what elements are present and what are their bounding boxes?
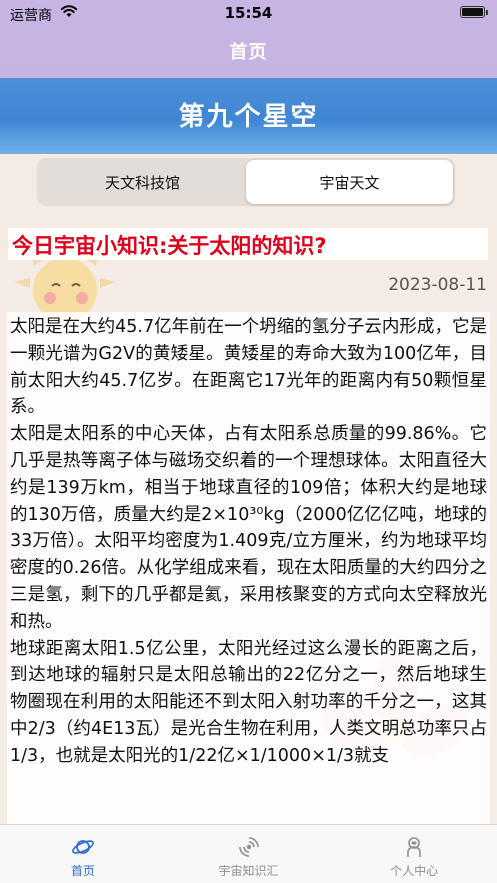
article-body: 太阳是在大约45.7亿年前在一个坍缩的氢分子云内形成，它是一颗光谱为G2V的黄矮…	[7, 312, 490, 824]
article-date: 2023-08-11	[388, 275, 487, 295]
article-paragraph: 太阳是太阳系的中心天体，占有太阳系总质量的99.86%。它几乎是热等离子体与磁场…	[10, 424, 487, 632]
segment-tianwen-museum[interactable]: 天文科技馆	[39, 160, 246, 204]
article-headline: 今日宇宙小知识:关于太阳的知识?	[8, 228, 488, 260]
article-paragraph: 太阳是在大约45.7亿年前在一个坍缩的氢分子云内形成，它是一颗光谱为G2V的黄矮…	[10, 317, 487, 418]
status-time: 15:54	[224, 4, 273, 22]
planet-icon	[71, 840, 94, 854]
battery-icon	[460, 6, 488, 18]
tab-bar: 首页 宇宙知识汇 个人中心	[0, 824, 497, 883]
page-title: 首页	[229, 42, 268, 63]
segment-cosmic-astronomy[interactable]: 宇宙天文	[246, 160, 453, 204]
tab-profile-label: 个人中心	[390, 864, 439, 878]
tab-knowledge[interactable]: 宇宙知识汇	[166, 825, 332, 883]
tab-home-label: 首页	[70, 864, 95, 878]
navigation-bar: 运营商 15:54 首页	[0, 0, 497, 78]
astronaut-icon	[407, 837, 421, 857]
status-bar: 运营商 15:54	[0, 0, 497, 28]
tab-profile[interactable]: 个人中心	[331, 825, 497, 883]
tab-home[interactable]: 首页	[0, 825, 166, 883]
banner-title: 第九个星空	[178, 102, 319, 132]
tab-knowledge-label: 宇宙知识汇	[218, 864, 279, 878]
galaxy-icon	[238, 837, 259, 857]
article-paragraph: 地球距离太阳1.5亿公里，太阳光经过这么漫长的距离之后，到达地球的辐射只是太阳总…	[10, 638, 487, 766]
segmented-control: 天文科技馆 宇宙天文	[37, 158, 455, 206]
